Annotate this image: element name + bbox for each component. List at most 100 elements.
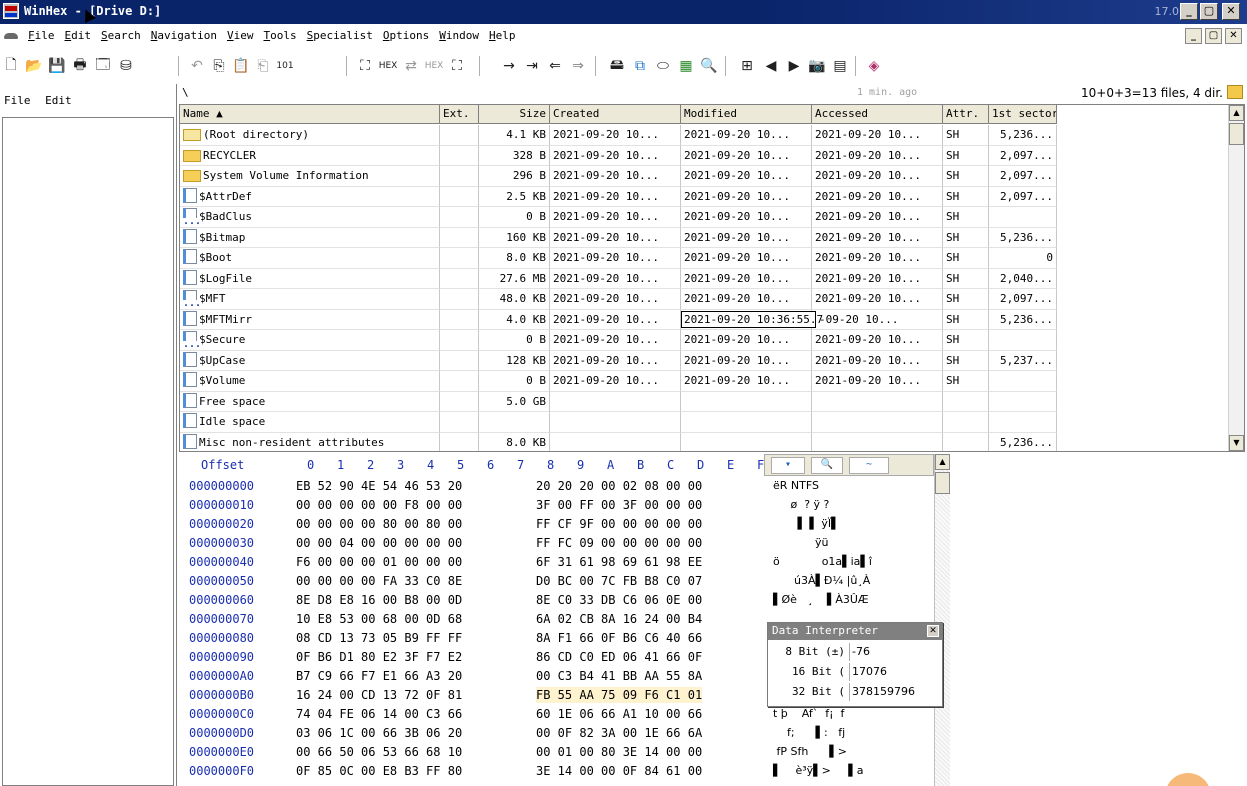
hex-row[interactable]: 000000060 8E D8 E8 16 00 B8 00 0D 8E C0 33… <box>179 592 939 608</box>
file-row[interactable]: $BadClus0 B2021-09-20 10...2021-09-20 10… <box>180 207 1229 228</box>
file-row[interactable]: Misc non-resident attributes 8.0 KB 5,236.… <box>180 432 1229 451</box>
find-hex-icon[interactable]: HEX <box>379 57 398 75</box>
hex-row[interactable]: 000000030 00 00 04 00 00 00 00 00 FF FC 09… <box>179 535 939 551</box>
disk-editor-icon[interactable]: 🖴 <box>608 57 626 75</box>
file-row[interactable]: $LogFile 27.6 MB 2021-09-20 10... 2021-09-2… <box>180 268 1229 289</box>
interp-value[interactable]: 17076 <box>849 663 941 681</box>
prev-icon[interactable]: ◀ <box>762 57 780 75</box>
calculator-icon[interactable]: ⊞ <box>738 57 756 75</box>
column-header-modified[interactable]: Modified <box>681 105 812 124</box>
file-row[interactable]: Free space 5.0 GB <box>180 391 1229 412</box>
file-row[interactable]: $MFT48.0 KB2021-09-20 10...2021-09-20 10… <box>180 289 1229 310</box>
save-icon[interactable]: 💾 <box>48 57 66 75</box>
open-disk-icon[interactable]: ⛁ <box>117 57 135 75</box>
new-file-icon[interactable]: 🗋 <box>2 57 20 75</box>
menu-specialist[interactable]: Specialist <box>307 29 373 42</box>
column-header-first-sector[interactable]: 1st sector <box>989 105 1057 124</box>
column-header-attr[interactable]: Attr. <box>943 105 989 124</box>
file-row[interactable]: $Bitmap 160 KB 2021-09-20 10... 2021-09-20 … <box>180 227 1229 248</box>
replace-text-icon[interactable]: ⇄ <box>402 57 420 75</box>
column-header-accessed[interactable]: Accessed <box>812 105 943 124</box>
scroll-thumb[interactable] <box>1229 123 1244 145</box>
open-folder-icon[interactable]: 📂 <box>25 57 43 75</box>
interpret-image-icon[interactable]: ⬭ <box>654 57 672 75</box>
hex-row[interactable]: 000000010 00 00 00 00 00 F8 00 00 3F 00 FF… <box>179 497 939 513</box>
file-row[interactable]: $Boot 8.0 KB 2021-09-20 10... 2021-09-20 10… <box>180 248 1229 269</box>
interp-value[interactable]: -76 <box>849 643 941 661</box>
data-interpreter-close-button[interactable]: ✕ <box>927 625 939 637</box>
hex-row[interactable]: 0000000C0 74 04 FE 06 14 00 C3 66 60 1E 06… <box>179 706 939 722</box>
maximize-button[interactable]: ▢ <box>1200 3 1218 20</box>
menu-file[interactable]: File <box>28 29 55 42</box>
column-header-size[interactable]: Size <box>479 105 550 124</box>
menu-tools[interactable]: Tools <box>263 29 296 42</box>
file-row[interactable]: $Volume 0 B 2021-09-20 10... 2021-09-20 10.… <box>180 371 1229 392</box>
file-row[interactable]: Idle space <box>180 412 1229 433</box>
directory-scrollbar[interactable]: ▲ ▼ <box>1228 105 1244 451</box>
hex-row[interactable]: 000000050 00 00 00 00 FA 33 C0 8E D0 BC 00… <box>179 573 939 589</box>
scroll-up-icon[interactable]: ▲ <box>1229 105 1244 121</box>
menu-options[interactable]: Options <box>383 29 429 42</box>
doc-minimize-button[interactable]: _ <box>1185 28 1202 44</box>
hex-row[interactable]: 000000020 00 00 00 00 80 00 80 00 FF CF 9F… <box>179 516 939 532</box>
paste-zero-icon[interactable]: ⎗ <box>254 57 272 75</box>
write-binary-icon[interactable]: 101 <box>276 57 294 75</box>
document-system-menu-icon[interactable] <box>4 30 22 42</box>
dropdown-tab-icon[interactable]: ▾ <box>771 457 805 474</box>
file-row[interactable]: $MFTMirr 4.0 KB 2021-09-20 10... 2021-09-20… <box>180 309 1229 330</box>
hex-scroll-thumb[interactable] <box>935 472 950 494</box>
doc-close-button[interactable]: ✕ <box>1225 28 1242 44</box>
file-row[interactable]: $UpCase 128 KB 2021-09-20 10... 2021-09-20 … <box>180 350 1229 371</box>
column-header-name[interactable]: Name ▲ <box>180 105 440 124</box>
properties-icon[interactable]: 🗔 <box>94 57 112 75</box>
file-row[interactable]: $AttrDef 2.5 KB 2021-09-20 10... 2021-09-20… <box>180 186 1229 207</box>
next-icon[interactable]: ▶ <box>785 57 803 75</box>
minimize-button[interactable]: _ <box>1180 3 1198 20</box>
menu-search[interactable]: Search <box>101 29 141 42</box>
snapshot-icon[interactable]: 📷 <box>808 57 826 75</box>
hex-row[interactable]: 0000000D0 03 06 1C 00 66 3B 06 20 00 0F 82… <box>179 725 939 741</box>
scroll-down-icon[interactable]: ▼ <box>1229 435 1244 451</box>
ram-editor-icon[interactable]: ▦ <box>677 57 695 75</box>
replace-hex-icon[interactable]: HEX <box>425 57 444 75</box>
menu-view[interactable]: View <box>227 29 254 42</box>
file-row[interactable]: RECYCLER 328 B 2021-09-20 10... 2021-09-20 … <box>180 145 1229 166</box>
hex-scrollbar[interactable]: ▲ <box>934 454 950 786</box>
hex-scroll-up-icon[interactable]: ▲ <box>935 454 950 470</box>
case-menu-file[interactable]: File <box>4 94 31 107</box>
find-again-icon[interactable]: ⛶ <box>448 57 466 75</box>
goto-offset-icon[interactable]: → <box>500 57 518 75</box>
forward-icon[interactable]: ⇒ <box>569 57 587 75</box>
data-interpreter-window[interactable]: Data Interpreter ✕ 8 Bit (±) -76 16 Bit … <box>767 622 943 707</box>
goto-sector-icon[interactable]: ⇥ <box>523 57 541 75</box>
print-icon[interactable]: 🖶 <box>71 57 89 75</box>
column-header-ext[interactable]: Ext. <box>440 105 479 124</box>
file-row[interactable]: (Root directory) 4.1 KB 2021-09-20 10... 20… <box>180 125 1229 146</box>
wave-tab-icon[interactable]: ~ <box>849 457 889 474</box>
file-row[interactable]: $Secure0 B2021-09-20 10...2021-09-20 10.… <box>180 330 1229 351</box>
case-tree[interactable] <box>2 117 174 786</box>
copy-icon[interactable]: ⎘ <box>210 57 228 75</box>
file-row[interactable]: System Volume Information 296 B 2021-09-20… <box>180 166 1229 187</box>
hex-row[interactable]: 000000000 EB 52 90 4E 54 46 53 20 20 20 20… <box>179 478 939 494</box>
analyze-icon[interactable]: 🔍 <box>700 57 718 75</box>
menu-help[interactable]: Help <box>489 29 516 42</box>
search-tab-icon[interactable]: 🔍 <box>811 457 843 474</box>
undo-icon[interactable]: ↶ <box>188 57 206 75</box>
table-icon[interactable]: ▤ <box>831 57 849 75</box>
floating-assistant-icon[interactable] <box>1165 773 1211 786</box>
parent-folder-icon[interactable] <box>1227 85 1243 99</box>
menu-edit[interactable]: Edit <box>65 29 92 42</box>
interp-value[interactable]: 378159796 <box>849 683 941 701</box>
doc-restore-button[interactable]: ▢ <box>1205 28 1222 44</box>
clone-disk-icon[interactable]: ⧉ <box>631 57 649 75</box>
case-menu-edit[interactable]: Edit <box>45 94 72 107</box>
back-icon[interactable]: ⇐ <box>546 57 564 75</box>
help-book-icon[interactable]: ◈ <box>865 57 883 75</box>
close-button[interactable]: ✕ <box>1222 3 1240 20</box>
hex-row[interactable]: 0000000F0 0F 85 0C 00 E8 B3 FF 80 3E 14 00… <box>179 763 939 779</box>
winhex-app-icon[interactable] <box>3 3 19 19</box>
paste-icon[interactable]: 📋 <box>232 57 250 75</box>
hex-row[interactable]: 0000000E0 00 66 50 06 53 66 68 10 00 01 00… <box>179 744 939 760</box>
menu-window[interactable]: Window <box>439 29 479 42</box>
